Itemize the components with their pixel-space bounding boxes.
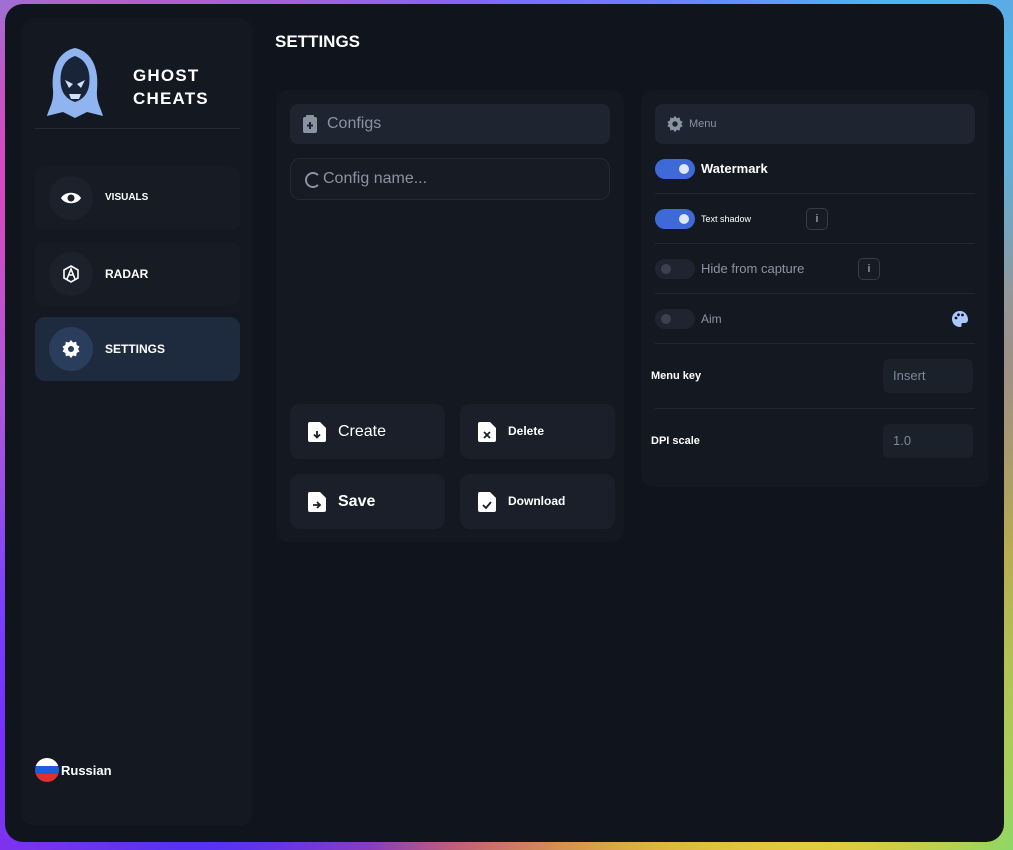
sidebar-item-visuals[interactable]: VISUALS [35,166,240,230]
hide-capture-toggle[interactable] [655,259,695,279]
create-button[interactable]: Create [290,404,445,459]
delete-button[interactable]: Delete [460,404,615,459]
clipboard-icon [303,115,317,133]
menu-key-label: Menu key [651,370,702,382]
radar-icon [49,252,93,296]
download-label: Download [508,494,566,508]
save-label: Save [338,493,376,510]
loading-spinner-icon [305,172,321,188]
configs-panel: Configs Config name... Create Delete Sav… [276,90,624,542]
file-delete-icon [478,422,496,442]
file-download-icon [308,422,326,442]
sidebar-item-settings[interactable]: SETTINGS [35,317,240,381]
palette-icon[interactable] [951,310,969,328]
menu-key-input[interactable]: Insert [883,359,973,393]
download-button[interactable]: Download [460,474,615,529]
menu-key-row: Menu key Insert [651,344,975,409]
gear-icon [49,327,93,371]
hide-capture-row: Hide from capture i [655,244,975,294]
aim-toggle[interactable] [655,309,695,329]
russia-flag-icon [35,758,59,782]
watermark-toggle[interactable] [655,159,695,179]
config-name-input[interactable]: Config name... [290,158,610,200]
menu-title: Menu [689,118,717,130]
language-label: Russian [61,763,112,778]
text-shadow-toggle[interactable] [655,209,695,229]
configs-title: Configs [327,115,382,132]
delete-label: Delete [508,424,545,438]
ghost-logo-icon [47,48,103,118]
file-save-icon [308,492,326,512]
create-label: Create [338,423,387,440]
aim-label: Aim [701,312,722,326]
aim-row: Aim [655,294,975,344]
text-shadow-row: Text shadow i [655,194,975,244]
watermark-row: Watermark [655,144,975,194]
save-button[interactable]: Save [290,474,445,529]
configs-header: Configs [290,104,610,144]
config-name-placeholder: Config name... [323,170,428,187]
brand-line1: GHOST [133,66,200,85]
watermark-label: Watermark [701,161,768,176]
menu-header: Menu [655,104,975,144]
sidebar-divider [35,128,240,129]
gear-icon [667,115,683,133]
file-check-icon [478,492,496,512]
text-shadow-label: Text shadow [701,214,752,224]
dpi-scale-input[interactable]: 1.0 [883,424,973,458]
sidebar-item-label: RADAR [105,267,149,281]
app-window: GHOST CHEATS VISUALS RADAR SETTINGS Russ… [5,4,1004,842]
page-title: SETTINGS [275,32,361,51]
menu-panel: Menu Watermark Text shadow i Hide from c… [641,90,989,487]
sidebar-item-label: VISUALS [105,192,149,203]
brand-line2: CHEATS [133,89,209,108]
dpi-scale-row: DPI scale 1.0 [651,409,975,474]
brand: GHOST CHEATS [45,46,235,126]
hide-capture-label: Hide from capture [701,261,805,276]
hide-capture-info-button[interactable]: i [858,258,880,280]
eye-icon [49,176,93,220]
sidebar: GHOST CHEATS VISUALS RADAR SETTINGS Russ… [21,18,253,826]
text-shadow-info-button[interactable]: i [806,208,828,230]
sidebar-item-label: SETTINGS [105,342,166,356]
dpi-scale-label: DPI scale [651,435,700,447]
sidebar-item-radar[interactable]: RADAR [35,242,240,306]
